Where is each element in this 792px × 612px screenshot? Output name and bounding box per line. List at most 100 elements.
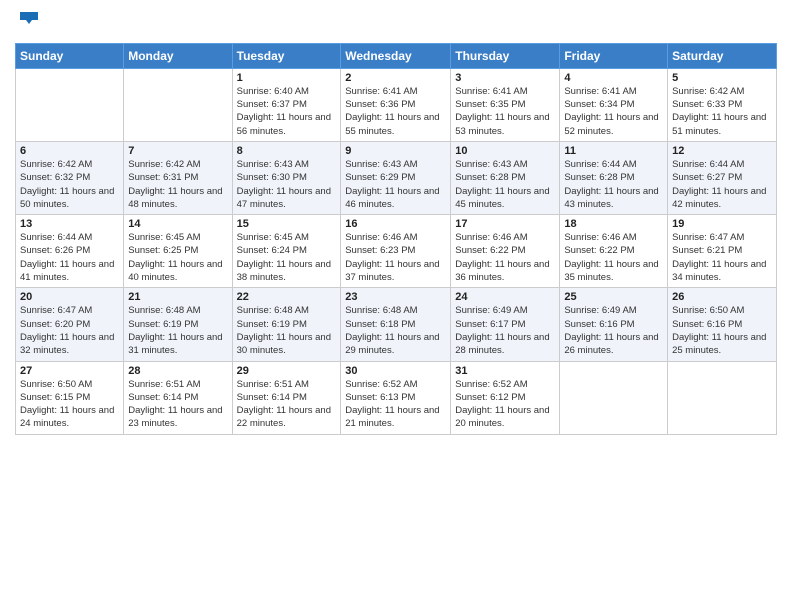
- day-number: 22: [237, 291, 337, 303]
- day-number: 18: [564, 218, 663, 230]
- calendar-week-row: 13Sunrise: 6:44 AMSunset: 6:26 PMDayligh…: [16, 215, 777, 288]
- day-number: 28: [128, 365, 227, 377]
- day-info: Sunrise: 6:46 AMSunset: 6:23 PMDaylight:…: [345, 231, 446, 284]
- calendar-cell: 16Sunrise: 6:46 AMSunset: 6:23 PMDayligh…: [341, 215, 451, 288]
- calendar-header-day: Wednesday: [341, 43, 451, 68]
- calendar-cell: 21Sunrise: 6:48 AMSunset: 6:19 PMDayligh…: [124, 288, 232, 361]
- logo: [15, 10, 40, 33]
- day-number: 8: [237, 145, 337, 157]
- day-info: Sunrise: 6:50 AMSunset: 6:16 PMDaylight:…: [672, 304, 772, 357]
- day-number: 5: [672, 72, 772, 84]
- calendar-header-day: Saturday: [668, 43, 777, 68]
- day-info: Sunrise: 6:47 AMSunset: 6:21 PMDaylight:…: [672, 231, 772, 284]
- calendar-cell: 27Sunrise: 6:50 AMSunset: 6:15 PMDayligh…: [16, 361, 124, 434]
- calendar-week-row: 6Sunrise: 6:42 AMSunset: 6:32 PMDaylight…: [16, 141, 777, 214]
- calendar-cell: 2Sunrise: 6:41 AMSunset: 6:36 PMDaylight…: [341, 68, 451, 141]
- day-number: 3: [455, 72, 555, 84]
- day-info: Sunrise: 6:43 AMSunset: 6:29 PMDaylight:…: [345, 158, 446, 211]
- calendar-cell: 5Sunrise: 6:42 AMSunset: 6:33 PMDaylight…: [668, 68, 777, 141]
- day-number: 17: [455, 218, 555, 230]
- day-info: Sunrise: 6:48 AMSunset: 6:19 PMDaylight:…: [237, 304, 337, 357]
- day-number: 21: [128, 291, 227, 303]
- day-info: Sunrise: 6:50 AMSunset: 6:15 PMDaylight:…: [20, 378, 119, 431]
- day-number: 7: [128, 145, 227, 157]
- calendar-cell: [16, 68, 124, 141]
- calendar-cell: 11Sunrise: 6:44 AMSunset: 6:28 PMDayligh…: [560, 141, 668, 214]
- calendar-header-day: Monday: [124, 43, 232, 68]
- day-number: 16: [345, 218, 446, 230]
- day-info: Sunrise: 6:42 AMSunset: 6:33 PMDaylight:…: [672, 85, 772, 138]
- calendar-cell: 28Sunrise: 6:51 AMSunset: 6:14 PMDayligh…: [124, 361, 232, 434]
- day-info: Sunrise: 6:49 AMSunset: 6:16 PMDaylight:…: [564, 304, 663, 357]
- calendar-cell: 20Sunrise: 6:47 AMSunset: 6:20 PMDayligh…: [16, 288, 124, 361]
- day-info: Sunrise: 6:41 AMSunset: 6:35 PMDaylight:…: [455, 85, 555, 138]
- day-number: 25: [564, 291, 663, 303]
- calendar-cell: 7Sunrise: 6:42 AMSunset: 6:31 PMDaylight…: [124, 141, 232, 214]
- day-number: 24: [455, 291, 555, 303]
- calendar-cell: 15Sunrise: 6:45 AMSunset: 6:24 PMDayligh…: [232, 215, 341, 288]
- day-info: Sunrise: 6:48 AMSunset: 6:18 PMDaylight:…: [345, 304, 446, 357]
- day-info: Sunrise: 6:52 AMSunset: 6:13 PMDaylight:…: [345, 378, 446, 431]
- day-info: Sunrise: 6:46 AMSunset: 6:22 PMDaylight:…: [455, 231, 555, 284]
- day-info: Sunrise: 6:51 AMSunset: 6:14 PMDaylight:…: [128, 378, 227, 431]
- calendar-cell: [668, 361, 777, 434]
- day-info: Sunrise: 6:52 AMSunset: 6:12 PMDaylight:…: [455, 378, 555, 431]
- day-info: Sunrise: 6:48 AMSunset: 6:19 PMDaylight:…: [128, 304, 227, 357]
- day-number: 9: [345, 145, 446, 157]
- day-info: Sunrise: 6:44 AMSunset: 6:28 PMDaylight:…: [564, 158, 663, 211]
- day-number: 10: [455, 145, 555, 157]
- calendar-cell: 6Sunrise: 6:42 AMSunset: 6:32 PMDaylight…: [16, 141, 124, 214]
- calendar-cell: 31Sunrise: 6:52 AMSunset: 6:12 PMDayligh…: [451, 361, 560, 434]
- day-number: 20: [20, 291, 119, 303]
- day-info: Sunrise: 6:44 AMSunset: 6:27 PMDaylight:…: [672, 158, 772, 211]
- calendar-cell: 19Sunrise: 6:47 AMSunset: 6:21 PMDayligh…: [668, 215, 777, 288]
- calendar-header-day: Friday: [560, 43, 668, 68]
- calendar-cell: 9Sunrise: 6:43 AMSunset: 6:29 PMDaylight…: [341, 141, 451, 214]
- calendar-cell: 10Sunrise: 6:43 AMSunset: 6:28 PMDayligh…: [451, 141, 560, 214]
- calendar-week-row: 20Sunrise: 6:47 AMSunset: 6:20 PMDayligh…: [16, 288, 777, 361]
- calendar-cell: 14Sunrise: 6:45 AMSunset: 6:25 PMDayligh…: [124, 215, 232, 288]
- day-info: Sunrise: 6:45 AMSunset: 6:24 PMDaylight:…: [237, 231, 337, 284]
- day-number: 12: [672, 145, 772, 157]
- calendar-header-day: Thursday: [451, 43, 560, 68]
- day-number: 1: [237, 72, 337, 84]
- calendar-cell: [124, 68, 232, 141]
- day-number: 26: [672, 291, 772, 303]
- day-number: 19: [672, 218, 772, 230]
- logo-flag-icon: [18, 10, 40, 33]
- calendar-cell: 13Sunrise: 6:44 AMSunset: 6:26 PMDayligh…: [16, 215, 124, 288]
- day-info: Sunrise: 6:40 AMSunset: 6:37 PMDaylight:…: [237, 85, 337, 138]
- calendar-cell: 24Sunrise: 6:49 AMSunset: 6:17 PMDayligh…: [451, 288, 560, 361]
- calendar-week-row: 27Sunrise: 6:50 AMSunset: 6:15 PMDayligh…: [16, 361, 777, 434]
- day-info: Sunrise: 6:43 AMSunset: 6:28 PMDaylight:…: [455, 158, 555, 211]
- day-number: 14: [128, 218, 227, 230]
- calendar-cell: 4Sunrise: 6:41 AMSunset: 6:34 PMDaylight…: [560, 68, 668, 141]
- day-info: Sunrise: 6:43 AMSunset: 6:30 PMDaylight:…: [237, 158, 337, 211]
- calendar-cell: 22Sunrise: 6:48 AMSunset: 6:19 PMDayligh…: [232, 288, 341, 361]
- day-number: 31: [455, 365, 555, 377]
- calendar-cell: 30Sunrise: 6:52 AMSunset: 6:13 PMDayligh…: [341, 361, 451, 434]
- day-info: Sunrise: 6:45 AMSunset: 6:25 PMDaylight:…: [128, 231, 227, 284]
- day-number: 2: [345, 72, 446, 84]
- day-number: 29: [237, 365, 337, 377]
- calendar-cell: 18Sunrise: 6:46 AMSunset: 6:22 PMDayligh…: [560, 215, 668, 288]
- calendar-cell: 12Sunrise: 6:44 AMSunset: 6:27 PMDayligh…: [668, 141, 777, 214]
- calendar-cell: 3Sunrise: 6:41 AMSunset: 6:35 PMDaylight…: [451, 68, 560, 141]
- day-number: 30: [345, 365, 446, 377]
- calendar-header-row: SundayMondayTuesdayWednesdayThursdayFrid…: [16, 43, 777, 68]
- day-info: Sunrise: 6:44 AMSunset: 6:26 PMDaylight:…: [20, 231, 119, 284]
- day-info: Sunrise: 6:47 AMSunset: 6:20 PMDaylight:…: [20, 304, 119, 357]
- calendar: SundayMondayTuesdayWednesdayThursdayFrid…: [15, 43, 777, 435]
- page: SundayMondayTuesdayWednesdayThursdayFrid…: [0, 0, 792, 612]
- day-info: Sunrise: 6:49 AMSunset: 6:17 PMDaylight:…: [455, 304, 555, 357]
- calendar-header-day: Tuesday: [232, 43, 341, 68]
- day-info: Sunrise: 6:42 AMSunset: 6:31 PMDaylight:…: [128, 158, 227, 211]
- calendar-cell: 17Sunrise: 6:46 AMSunset: 6:22 PMDayligh…: [451, 215, 560, 288]
- calendar-cell: 29Sunrise: 6:51 AMSunset: 6:14 PMDayligh…: [232, 361, 341, 434]
- day-number: 4: [564, 72, 663, 84]
- day-info: Sunrise: 6:41 AMSunset: 6:36 PMDaylight:…: [345, 85, 446, 138]
- day-number: 6: [20, 145, 119, 157]
- day-info: Sunrise: 6:51 AMSunset: 6:14 PMDaylight:…: [237, 378, 337, 431]
- calendar-cell: 23Sunrise: 6:48 AMSunset: 6:18 PMDayligh…: [341, 288, 451, 361]
- day-info: Sunrise: 6:42 AMSunset: 6:32 PMDaylight:…: [20, 158, 119, 211]
